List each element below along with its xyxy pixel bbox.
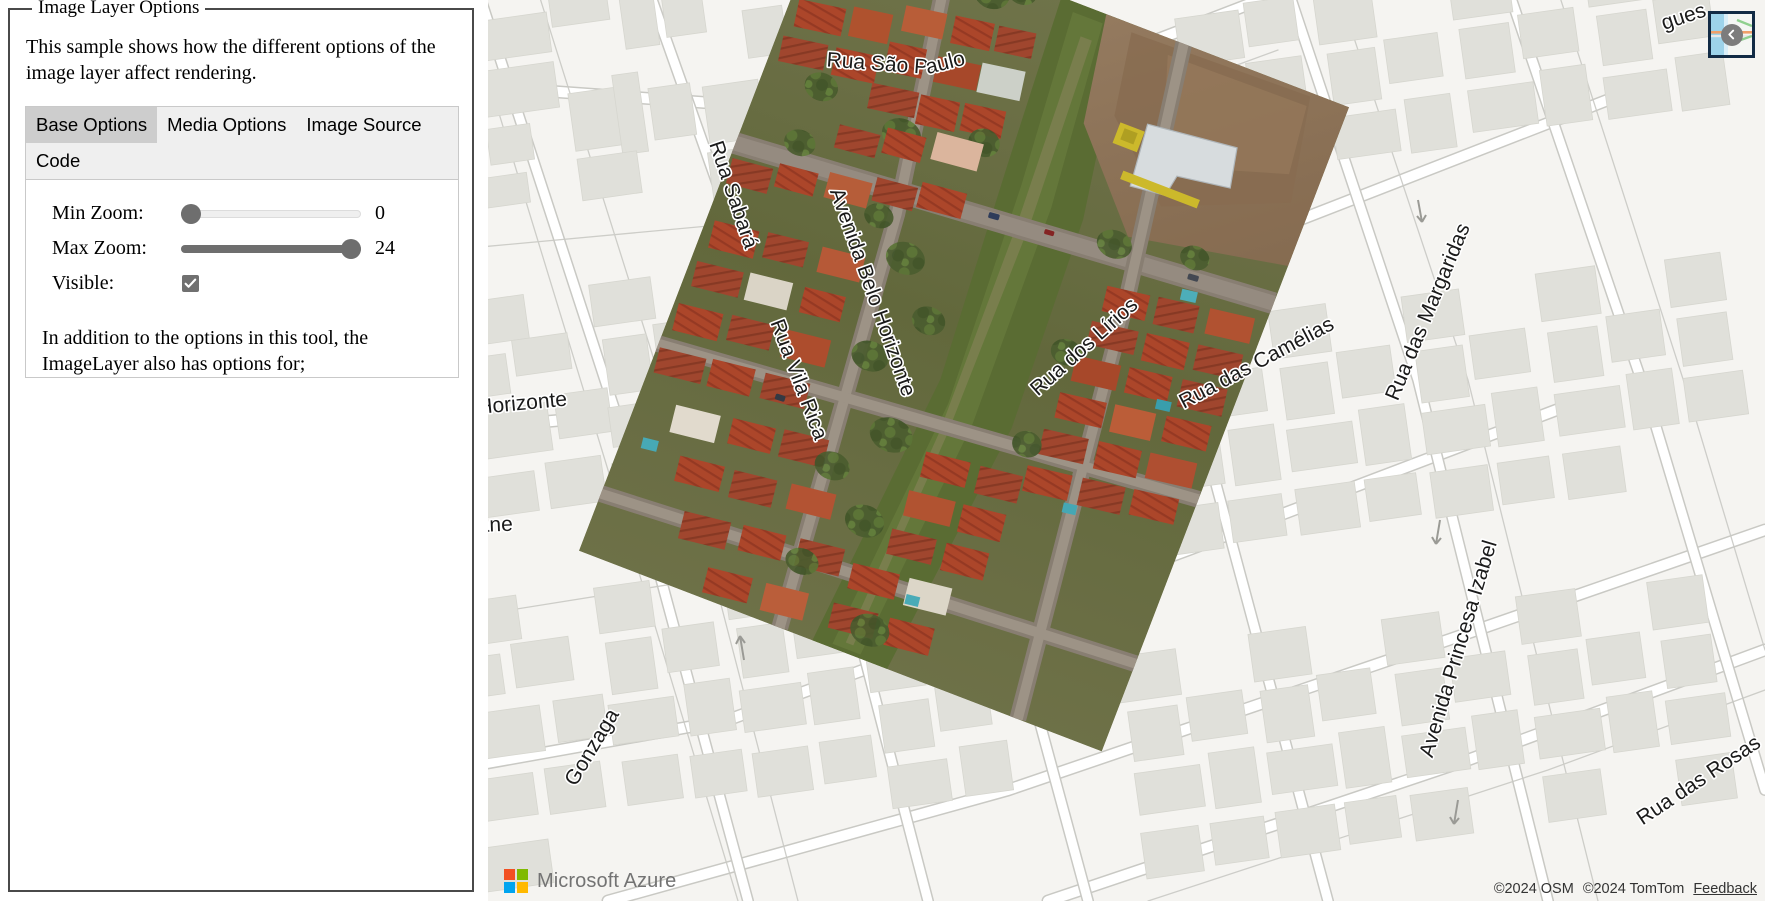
azure-brand-text: Microsoft Azure: [537, 870, 676, 893]
panel-description: This sample shows how the different opti…: [26, 34, 452, 86]
max-zoom-value: 24: [361, 237, 395, 260]
attribution-tomtom: ©2024 TomTom: [1583, 881, 1685, 897]
max-zoom-label: Max Zoom:: [26, 237, 181, 260]
max-zoom-slider[interactable]: [181, 239, 361, 259]
min-zoom-value: 0: [361, 202, 385, 225]
tab-code[interactable]: Code: [26, 143, 90, 179]
check-icon: [184, 277, 197, 290]
visible-label: Visible:: [26, 272, 181, 295]
options-tab-box: Base Options Media Options Image Source …: [25, 106, 459, 378]
min-zoom-label: Min Zoom:: [26, 202, 181, 225]
min-zoom-slider[interactable]: [181, 204, 361, 224]
tab-strip: Base Options Media Options Image Source …: [26, 107, 458, 180]
azure-maps-branding: Microsoft Azure: [504, 869, 676, 893]
additional-options-note: In addition to the options in this tool,…: [26, 301, 442, 377]
panel-legend: Image Layer Options: [32, 0, 205, 18]
max-zoom-fill: [181, 245, 361, 253]
max-zoom-thumb[interactable]: [341, 239, 361, 259]
max-zoom-row: Max Zoom: 24: [26, 231, 458, 266]
app-root: Image Layer Options This sample shows ho…: [0, 0, 1765, 901]
visible-row: Visible:: [26, 266, 458, 301]
feedback-link[interactable]: Feedback: [1693, 881, 1757, 897]
chevron-left-glyph: [1726, 29, 1737, 40]
microsoft-logo-icon: [504, 869, 528, 893]
tab-media-options[interactable]: Media Options: [157, 107, 296, 143]
map-style-picker-control[interactable]: [1708, 11, 1755, 58]
image-layer-options-panel: Image Layer Options This sample shows ho…: [8, 8, 474, 892]
chevron-left-icon[interactable]: [1721, 24, 1743, 46]
visible-checkbox[interactable]: [182, 275, 199, 292]
tab-base-options[interactable]: Base Options: [26, 107, 157, 143]
tab-image-source[interactable]: Image Source: [296, 107, 431, 143]
attribution-osm: ©2024 OSM: [1494, 881, 1574, 897]
min-zoom-thumb[interactable]: [181, 204, 201, 224]
azure-maps-canvas[interactable]: Rua São Paulo Rua Sabará Rua Vila Rica H…: [488, 0, 1765, 901]
min-zoom-track: [181, 210, 361, 218]
map-attribution: ©2024 OSM ©2024 TomTom Feedback: [1494, 881, 1757, 897]
min-zoom-row: Min Zoom: 0: [26, 196, 458, 231]
base-options-controls: Min Zoom: 0 Max Zoom: 24: [26, 180, 458, 377]
